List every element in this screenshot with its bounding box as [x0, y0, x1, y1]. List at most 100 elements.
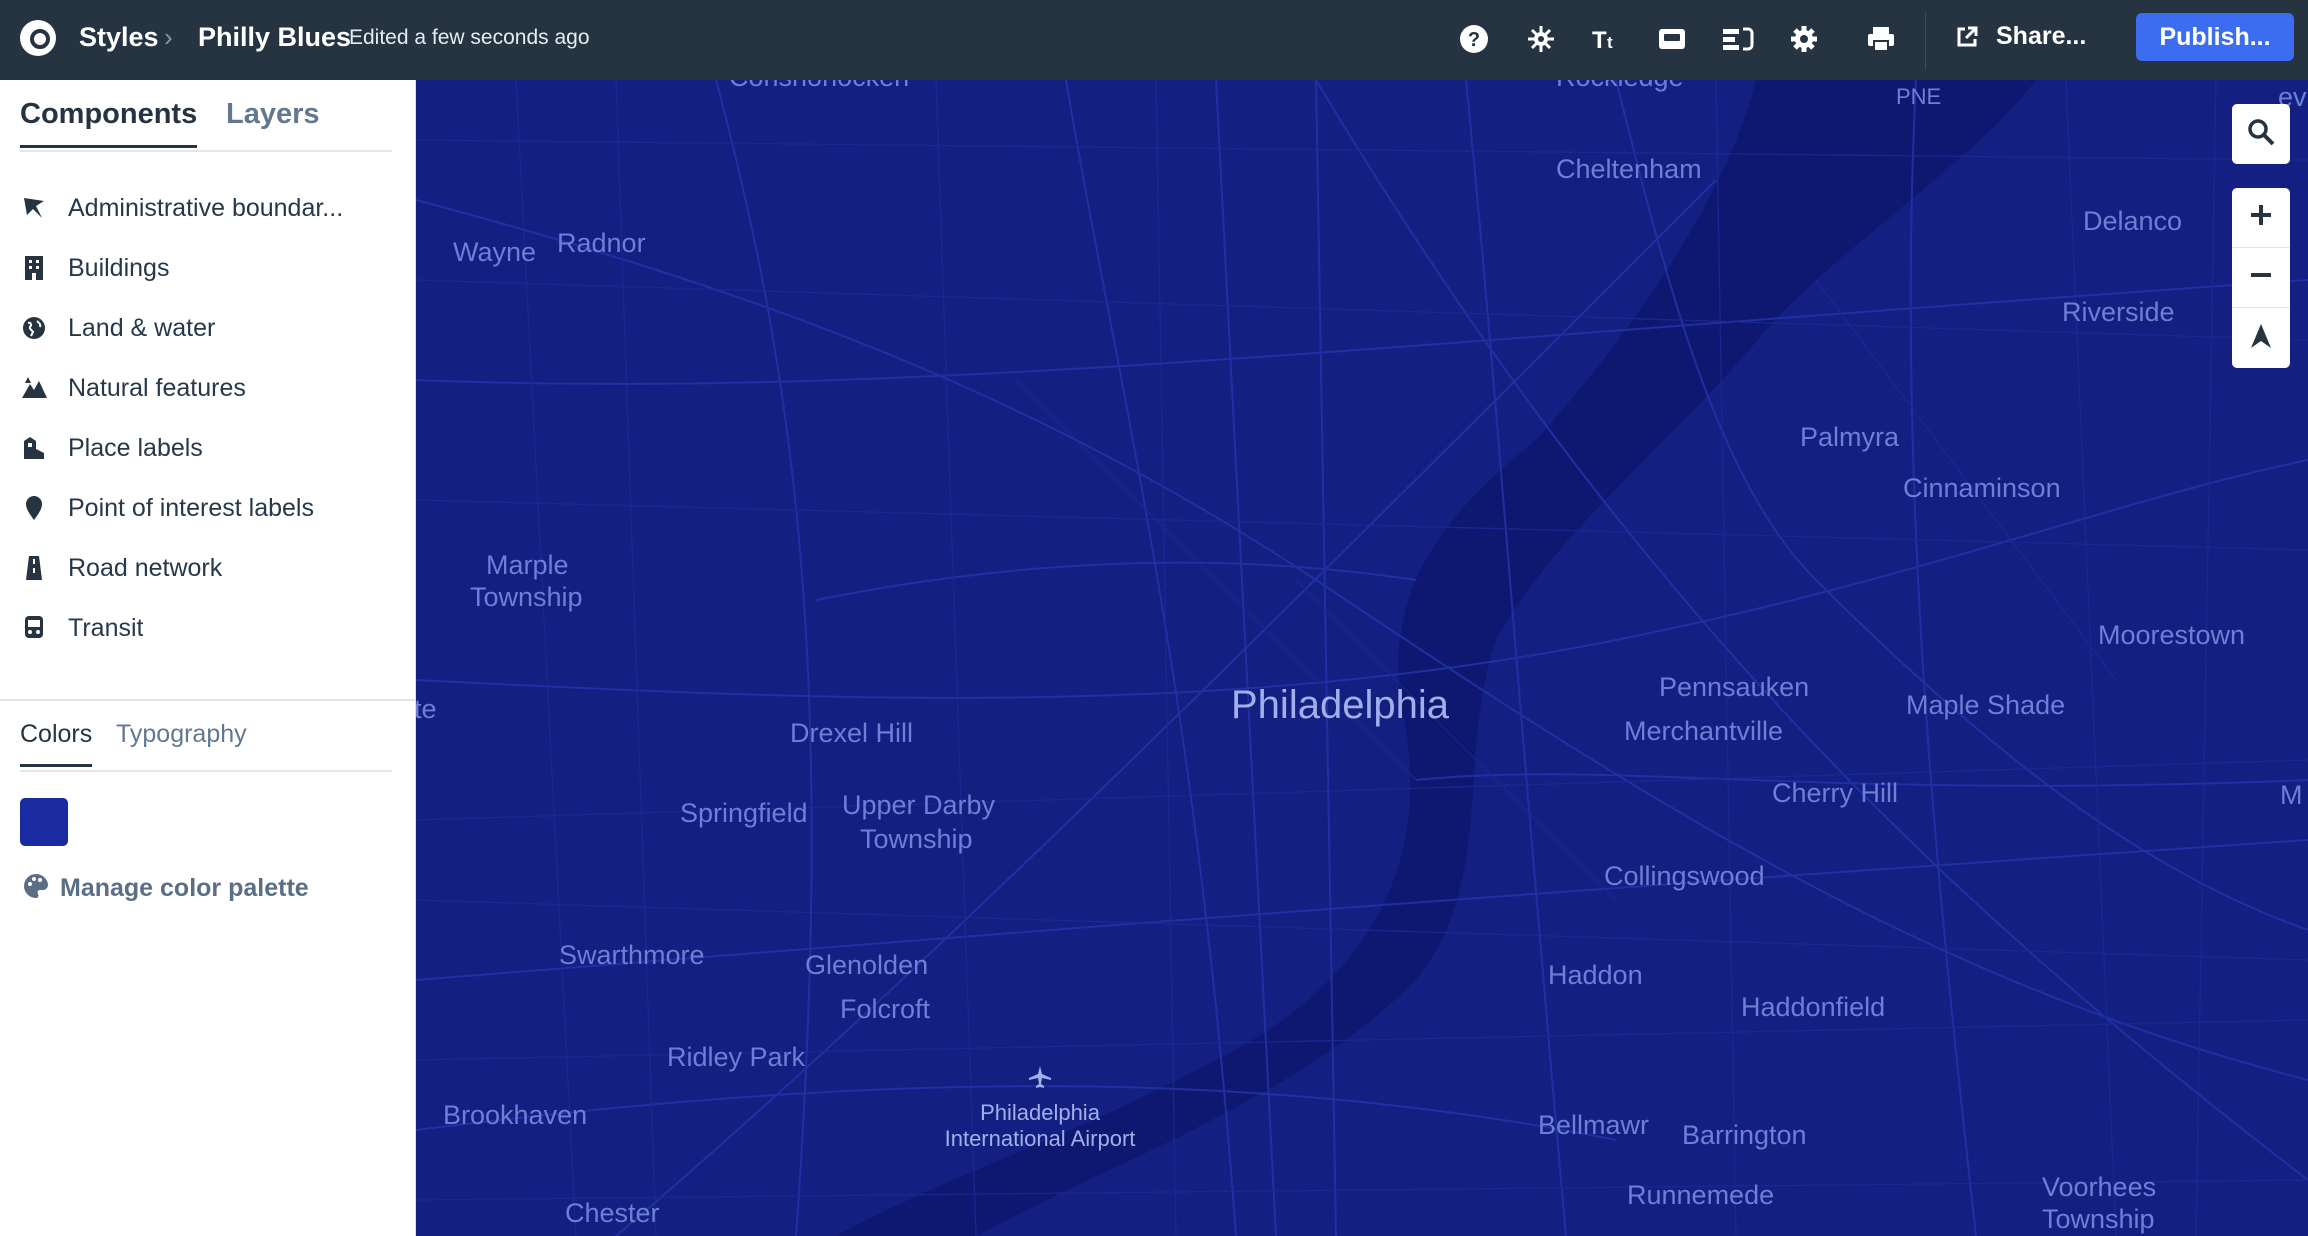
breadcrumb-separator: › [164, 22, 173, 52]
publish-button[interactable]: Publish... [2136, 13, 2294, 61]
map-label: Collingswood [1604, 861, 1765, 891]
navigation-control [2232, 188, 2290, 368]
tab-layers[interactable]: Layers [226, 98, 320, 131]
map-label: Conshohocken [729, 80, 909, 93]
gear-icon[interactable] [1785, 20, 1823, 58]
breadcrumb-styles-link[interactable]: Styles [79, 22, 159, 53]
map-label: Cherry Hill [1772, 778, 1899, 808]
map-label: Drexel Hill [790, 718, 914, 748]
manage-color-palette-button[interactable]: Manage color palette [22, 872, 309, 905]
svg-text:T: T [1592, 27, 1607, 53]
marker-icon [20, 494, 48, 522]
map-label: Wayne [453, 237, 537, 267]
map-label: Pennsauken [1659, 672, 1810, 702]
mapbox-logo-icon[interactable] [20, 20, 56, 56]
map-canvas[interactable]: Conshohocken PNE Cheltenham Delanco Wayn… [416, 80, 2308, 1236]
component-label: Natural features [68, 373, 246, 402]
component-label: Point of interest labels [68, 493, 314, 522]
airport-label: Philadelphia International Airport [932, 1100, 1148, 1152]
component-label: Place labels [68, 433, 203, 462]
component-item-road-network[interactable]: Road network [20, 538, 400, 598]
map-label: Ridley Park [667, 1042, 806, 1072]
map-label: Maple Shade [1906, 690, 2066, 720]
flag-icon [20, 194, 48, 222]
map-label: Cinnaminson [1903, 473, 2061, 503]
component-item-poi-labels[interactable]: Point of interest labels [20, 478, 400, 538]
component-item-place-labels[interactable]: Place labels [20, 418, 400, 478]
component-label: Administrative boundar... [68, 193, 344, 222]
layout-icon[interactable] [1719, 20, 1757, 58]
map-label: Folcroft [840, 994, 931, 1024]
place-icon [20, 434, 48, 462]
globe-icon [20, 314, 48, 342]
zoom-in-button[interactable] [2232, 188, 2290, 248]
transit-icon [20, 614, 48, 642]
map-label: Haddonfield [1741, 992, 1886, 1022]
print-icon[interactable] [1862, 20, 1900, 58]
map-label: Rockledge [1556, 80, 1684, 93]
map-label: Marple [486, 550, 569, 580]
share-button[interactable]: Share... [1996, 22, 2086, 51]
map-label: Township [2042, 1204, 2155, 1234]
map-label: Township [470, 582, 583, 612]
settings-sparkle-icon[interactable] [1522, 20, 1560, 58]
palette-icon [22, 872, 50, 905]
tab-components[interactable]: Components [20, 98, 198, 148]
top-bar: Styles › Philly Blues Edited a few secon… [0, 0, 2308, 80]
map-label: Barrington [1682, 1120, 1807, 1150]
edit-status: Edited a few seconds ago [349, 26, 590, 49]
airport-icon [1028, 1065, 1052, 1094]
search-icon [2246, 117, 2276, 152]
component-label: Road network [68, 553, 223, 582]
component-item-transit[interactable]: Transit [20, 598, 400, 658]
help-icon[interactable]: ? [1455, 20, 1493, 58]
components-list: Administrative boundar... Buildings Land… [20, 178, 400, 658]
airport-label-line2: International Airport [944, 1126, 1136, 1151]
city-label-philadelphia: Philadelphia [1231, 683, 1449, 727]
svg-text:?: ? [1468, 29, 1480, 51]
color-swatch[interactable] [20, 798, 68, 846]
typography-icon[interactable]: Tt [1588, 20, 1626, 58]
map-label: Chester [565, 1198, 660, 1228]
zoom-out-button[interactable] [2232, 248, 2290, 308]
component-label: Land & water [68, 313, 216, 342]
map-label: Delanco [2083, 206, 2183, 236]
style-tabs: Colors Typography [20, 720, 392, 772]
zoom-in-icon [2250, 204, 2272, 231]
map-label: Cheltenham [1556, 154, 1702, 184]
map-label: Springfield [680, 798, 808, 828]
airport-label-line1: Philadelphia [980, 1100, 1100, 1125]
map-label: Radnor [557, 228, 646, 258]
style-title[interactable]: Philly Blues [198, 22, 351, 53]
zoom-out-icon [2250, 264, 2272, 291]
component-item-administrative-boundaries[interactable]: Administrative boundar... [20, 178, 400, 238]
component-item-natural-features[interactable]: Natural features [20, 358, 400, 418]
compass-icon [2249, 322, 2273, 355]
map-label: Voorhees [2042, 1172, 2157, 1202]
section-divider [0, 699, 416, 701]
map-label: Moorestown [2098, 620, 2246, 650]
map-label: Glenolden [805, 950, 929, 980]
component-label: Transit [68, 613, 144, 642]
map-label: Bellmawr [1538, 1110, 1650, 1140]
sidebar: Components Layers Administrative boundar… [0, 80, 416, 1236]
map-label: Township [860, 824, 973, 854]
preview-icon[interactable] [1653, 20, 1691, 58]
building-icon [20, 254, 48, 282]
component-item-buildings[interactable]: Buildings [20, 238, 400, 298]
component-item-land-water[interactable]: Land & water [20, 298, 400, 358]
compass-button[interactable] [2232, 308, 2290, 368]
mountain-icon [20, 374, 48, 402]
external-link-icon [1955, 25, 1979, 54]
svg-text:t: t [1607, 33, 1613, 52]
manage-color-palette-label: Manage color palette [60, 874, 309, 902]
map-search-button[interactable] [2232, 104, 2290, 164]
map-label: Riverside [2062, 297, 2175, 327]
map-label: te [416, 694, 437, 724]
river-shape [836, 80, 2036, 1236]
tab-colors[interactable]: Colors [20, 720, 93, 767]
map-label: Haddon [1548, 960, 1643, 990]
road-icon [20, 554, 48, 582]
tab-typography[interactable]: Typography [116, 720, 247, 749]
map-label: PNE [1896, 84, 1942, 109]
